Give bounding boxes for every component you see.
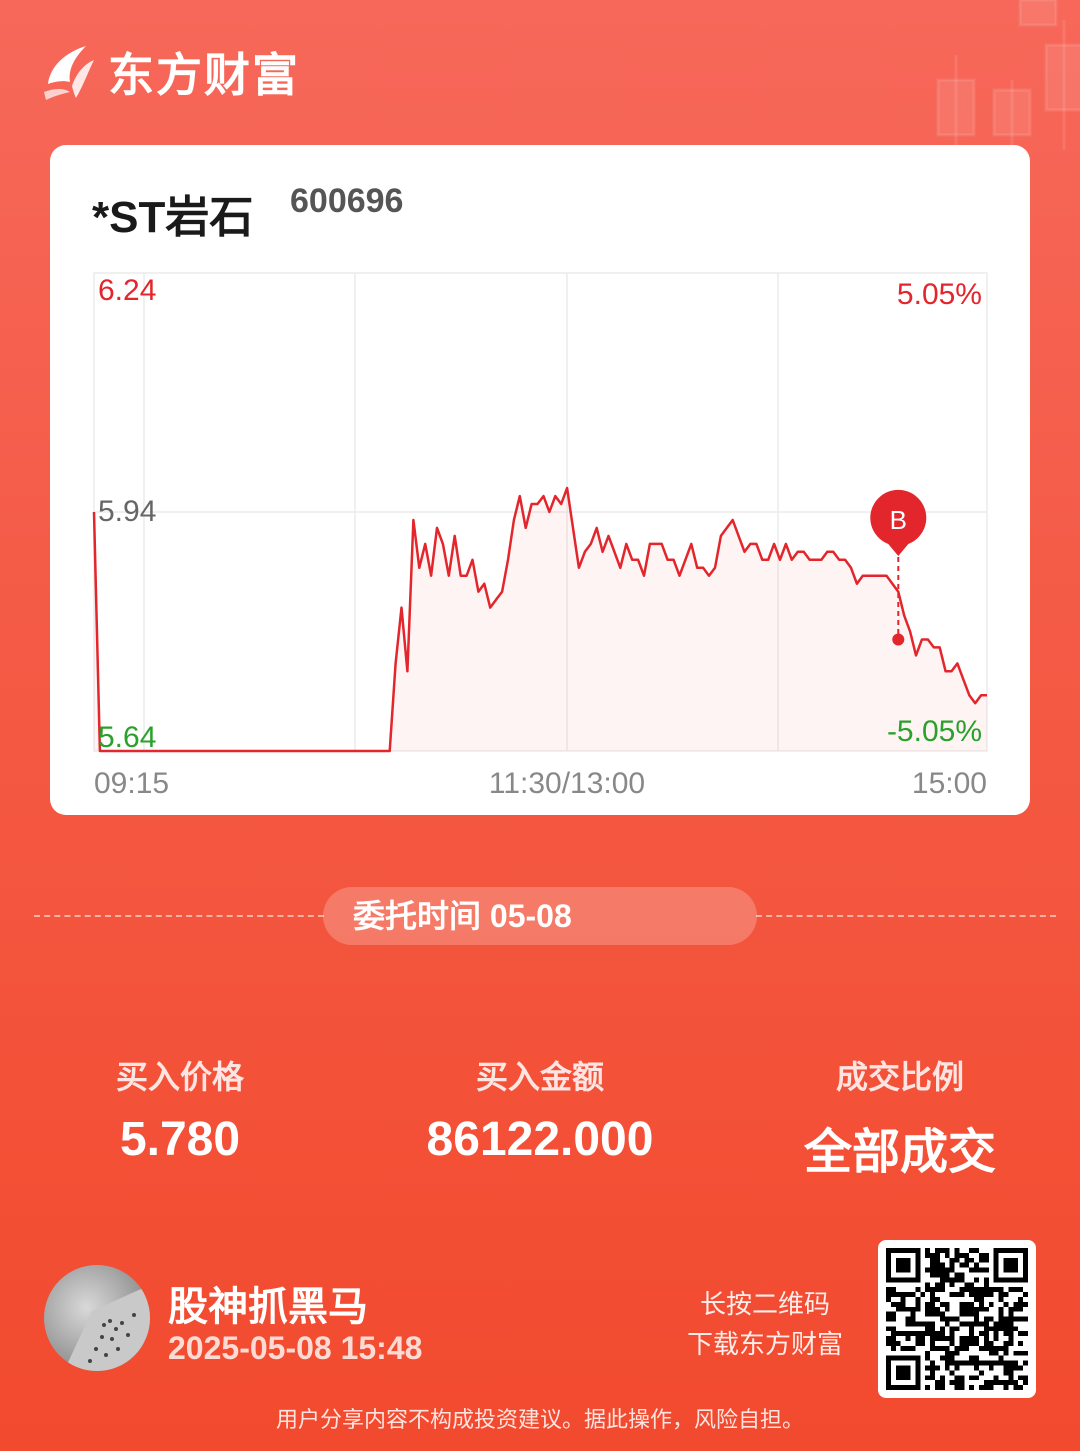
divider-left — [34, 915, 324, 917]
y-tick-low: 5.64 — [98, 721, 156, 754]
qr-hint-line1: 长按二维码 — [699, 1289, 830, 1319]
avatar[interactable] — [44, 1265, 150, 1371]
pct-tick-high: 5.05% — [897, 278, 982, 311]
intraday-chart: 6.24 5.94 5.64 5.05% -5.05% 09:15 11:30/… — [92, 272, 988, 800]
divider-right — [756, 915, 1056, 917]
stat-value: 86122.000 — [426, 1113, 654, 1166]
stat-label: 买入金额 — [475, 1059, 604, 1095]
qr-code-icon — [886, 1248, 1028, 1390]
y-tick-mid: 5.94 — [98, 495, 156, 528]
disclaimer: 用户分享内容不构成投资建议。据此操作，风险自担。 — [275, 1407, 804, 1432]
y-tick-high: 6.24 — [98, 274, 156, 307]
stat-value: 5.780 — [119, 1113, 241, 1166]
x-tick-start: 09:15 — [94, 767, 169, 800]
qr-hint-line2: 下载东方财富 — [686, 1329, 843, 1359]
qr-hint: 长按二维码 下载东方财富 — [660, 1284, 870, 1364]
buy-marker-label: B — [890, 505, 907, 535]
stat-buy-amount: 买入金额 86122.000 — [390, 1052, 690, 1167]
share-datetime: 2025-05-08 15:48 — [168, 1330, 423, 1366]
buy-marker-dot — [892, 633, 905, 646]
pct-tick-low: -5.05% — [887, 715, 982, 748]
price-area-fill — [94, 488, 987, 751]
qr-code[interactable] — [878, 1240, 1036, 1398]
x-tick-mid: 11:30/13:00 — [489, 767, 645, 800]
x-tick-end: 15:00 — [912, 767, 987, 800]
brand-name: 东方财富 — [108, 49, 300, 101]
stock-chart-card: *ST岩石 600696 6.24 5.94 5.64 5.05% -5.05%… — [50, 145, 1030, 815]
stat-fill-ratio: 成交比例 全部成交 — [750, 1052, 1050, 1182]
order-time-pill: 委托时间 05-08 — [323, 887, 757, 945]
stat-label: 买入价格 — [115, 1059, 244, 1095]
avatar-image-icon — [64, 1285, 150, 1371]
logo-flame-icon — [44, 46, 94, 100]
stat-value: 全部成交 — [803, 1126, 996, 1179]
user-name: 股神抓黑马 — [168, 1285, 368, 1329]
stat-buy-price: 买入价格 5.780 — [30, 1052, 330, 1167]
brand-logo: 东方财富 — [40, 40, 300, 104]
stat-label: 成交比例 — [835, 1059, 964, 1095]
